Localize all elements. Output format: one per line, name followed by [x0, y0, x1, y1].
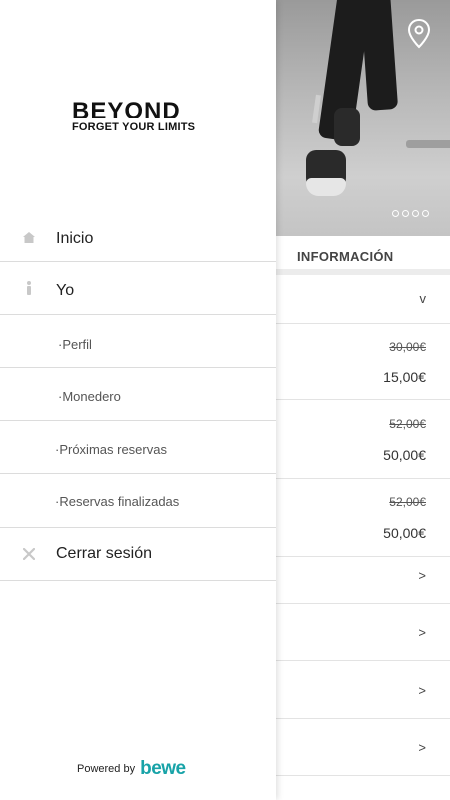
- menu-label: ·Monedero: [58, 389, 121, 404]
- link-row[interactable]: >: [276, 719, 450, 776]
- menu-label: ·Reservas finalizadas: [55, 494, 180, 509]
- close-icon: [22, 547, 36, 561]
- bewe-logo[interactable]: bewe: [140, 758, 186, 780]
- old-price: 52,00€: [389, 495, 426, 509]
- menu-label: Inicio: [56, 230, 94, 247]
- link-row[interactable]: >: [276, 604, 450, 661]
- link-row[interactable]: >: [276, 557, 450, 604]
- new-price: 50,00€: [383, 447, 426, 463]
- chevron-right-icon: >: [418, 683, 426, 698]
- logo-tagline: FORGET YOUR LIMITS: [72, 121, 196, 133]
- menu-item-monedero[interactable]: ·Monedero: [0, 368, 276, 421]
- carousel-dots[interactable]: [392, 210, 429, 217]
- price-row[interactable]: 52,00€ 50,00€: [276, 479, 450, 557]
- powered-by-footer: Powered by bewe: [77, 758, 186, 780]
- location-pin-icon[interactable]: [406, 18, 432, 50]
- menu-label: Cerrar sesión: [56, 545, 153, 562]
- menu-label: ·Perfil: [58, 337, 92, 352]
- menu-label: Yo: [56, 282, 75, 299]
- dropdown-row[interactable]: v: [276, 275, 450, 324]
- menu-label: ·Próximas reservas: [55, 442, 167, 457]
- menu-item-perfil[interactable]: ·Perfil: [0, 315, 276, 368]
- old-price: 52,00€: [389, 417, 426, 431]
- section-title: INFORMACIÓN: [297, 249, 394, 264]
- beyond-logo: BEYOND FORGET YOUR LIMITS: [72, 98, 206, 133]
- menu-item-proximas-reservas[interactable]: ·Próximas reservas: [0, 421, 276, 474]
- carousel-dot[interactable]: [422, 210, 429, 217]
- logo-wordmark: BEYOND: [72, 98, 181, 118]
- old-price: 30,00€: [389, 340, 426, 354]
- carousel-dot[interactable]: [412, 210, 419, 217]
- menu-item-reservas-finalizadas[interactable]: ·Reservas finalizadas: [0, 474, 276, 528]
- menu-item-yo[interactable]: Yo: [0, 262, 276, 315]
- chevron-down-icon: v: [419, 291, 427, 306]
- price-row[interactable]: 52,00€ 50,00€: [276, 400, 450, 479]
- price-row[interactable]: 30,00€ 15,00€: [276, 324, 450, 400]
- menu-item-cerrar-sesion[interactable]: Cerrar sesión: [0, 528, 276, 581]
- navigation-drawer: BEYOND FORGET YOUR LIMITS Inicio Yo ·Per…: [0, 0, 276, 800]
- carousel-dot[interactable]: [392, 210, 399, 217]
- hero-image: [276, 0, 450, 236]
- chevron-right-icon: >: [418, 625, 426, 640]
- carousel-dot[interactable]: [402, 210, 409, 217]
- link-row[interactable]: >: [276, 661, 450, 719]
- home-icon: [22, 231, 36, 245]
- menu-item-inicio[interactable]: Inicio: [0, 214, 276, 262]
- powered-by-label: Powered by: [77, 763, 136, 775]
- new-price: 50,00€: [383, 525, 426, 541]
- person-icon: [22, 281, 36, 295]
- chevron-right-icon: >: [418, 740, 426, 755]
- new-price: 15,00€: [383, 369, 426, 385]
- chevron-right-icon: >: [418, 568, 426, 583]
